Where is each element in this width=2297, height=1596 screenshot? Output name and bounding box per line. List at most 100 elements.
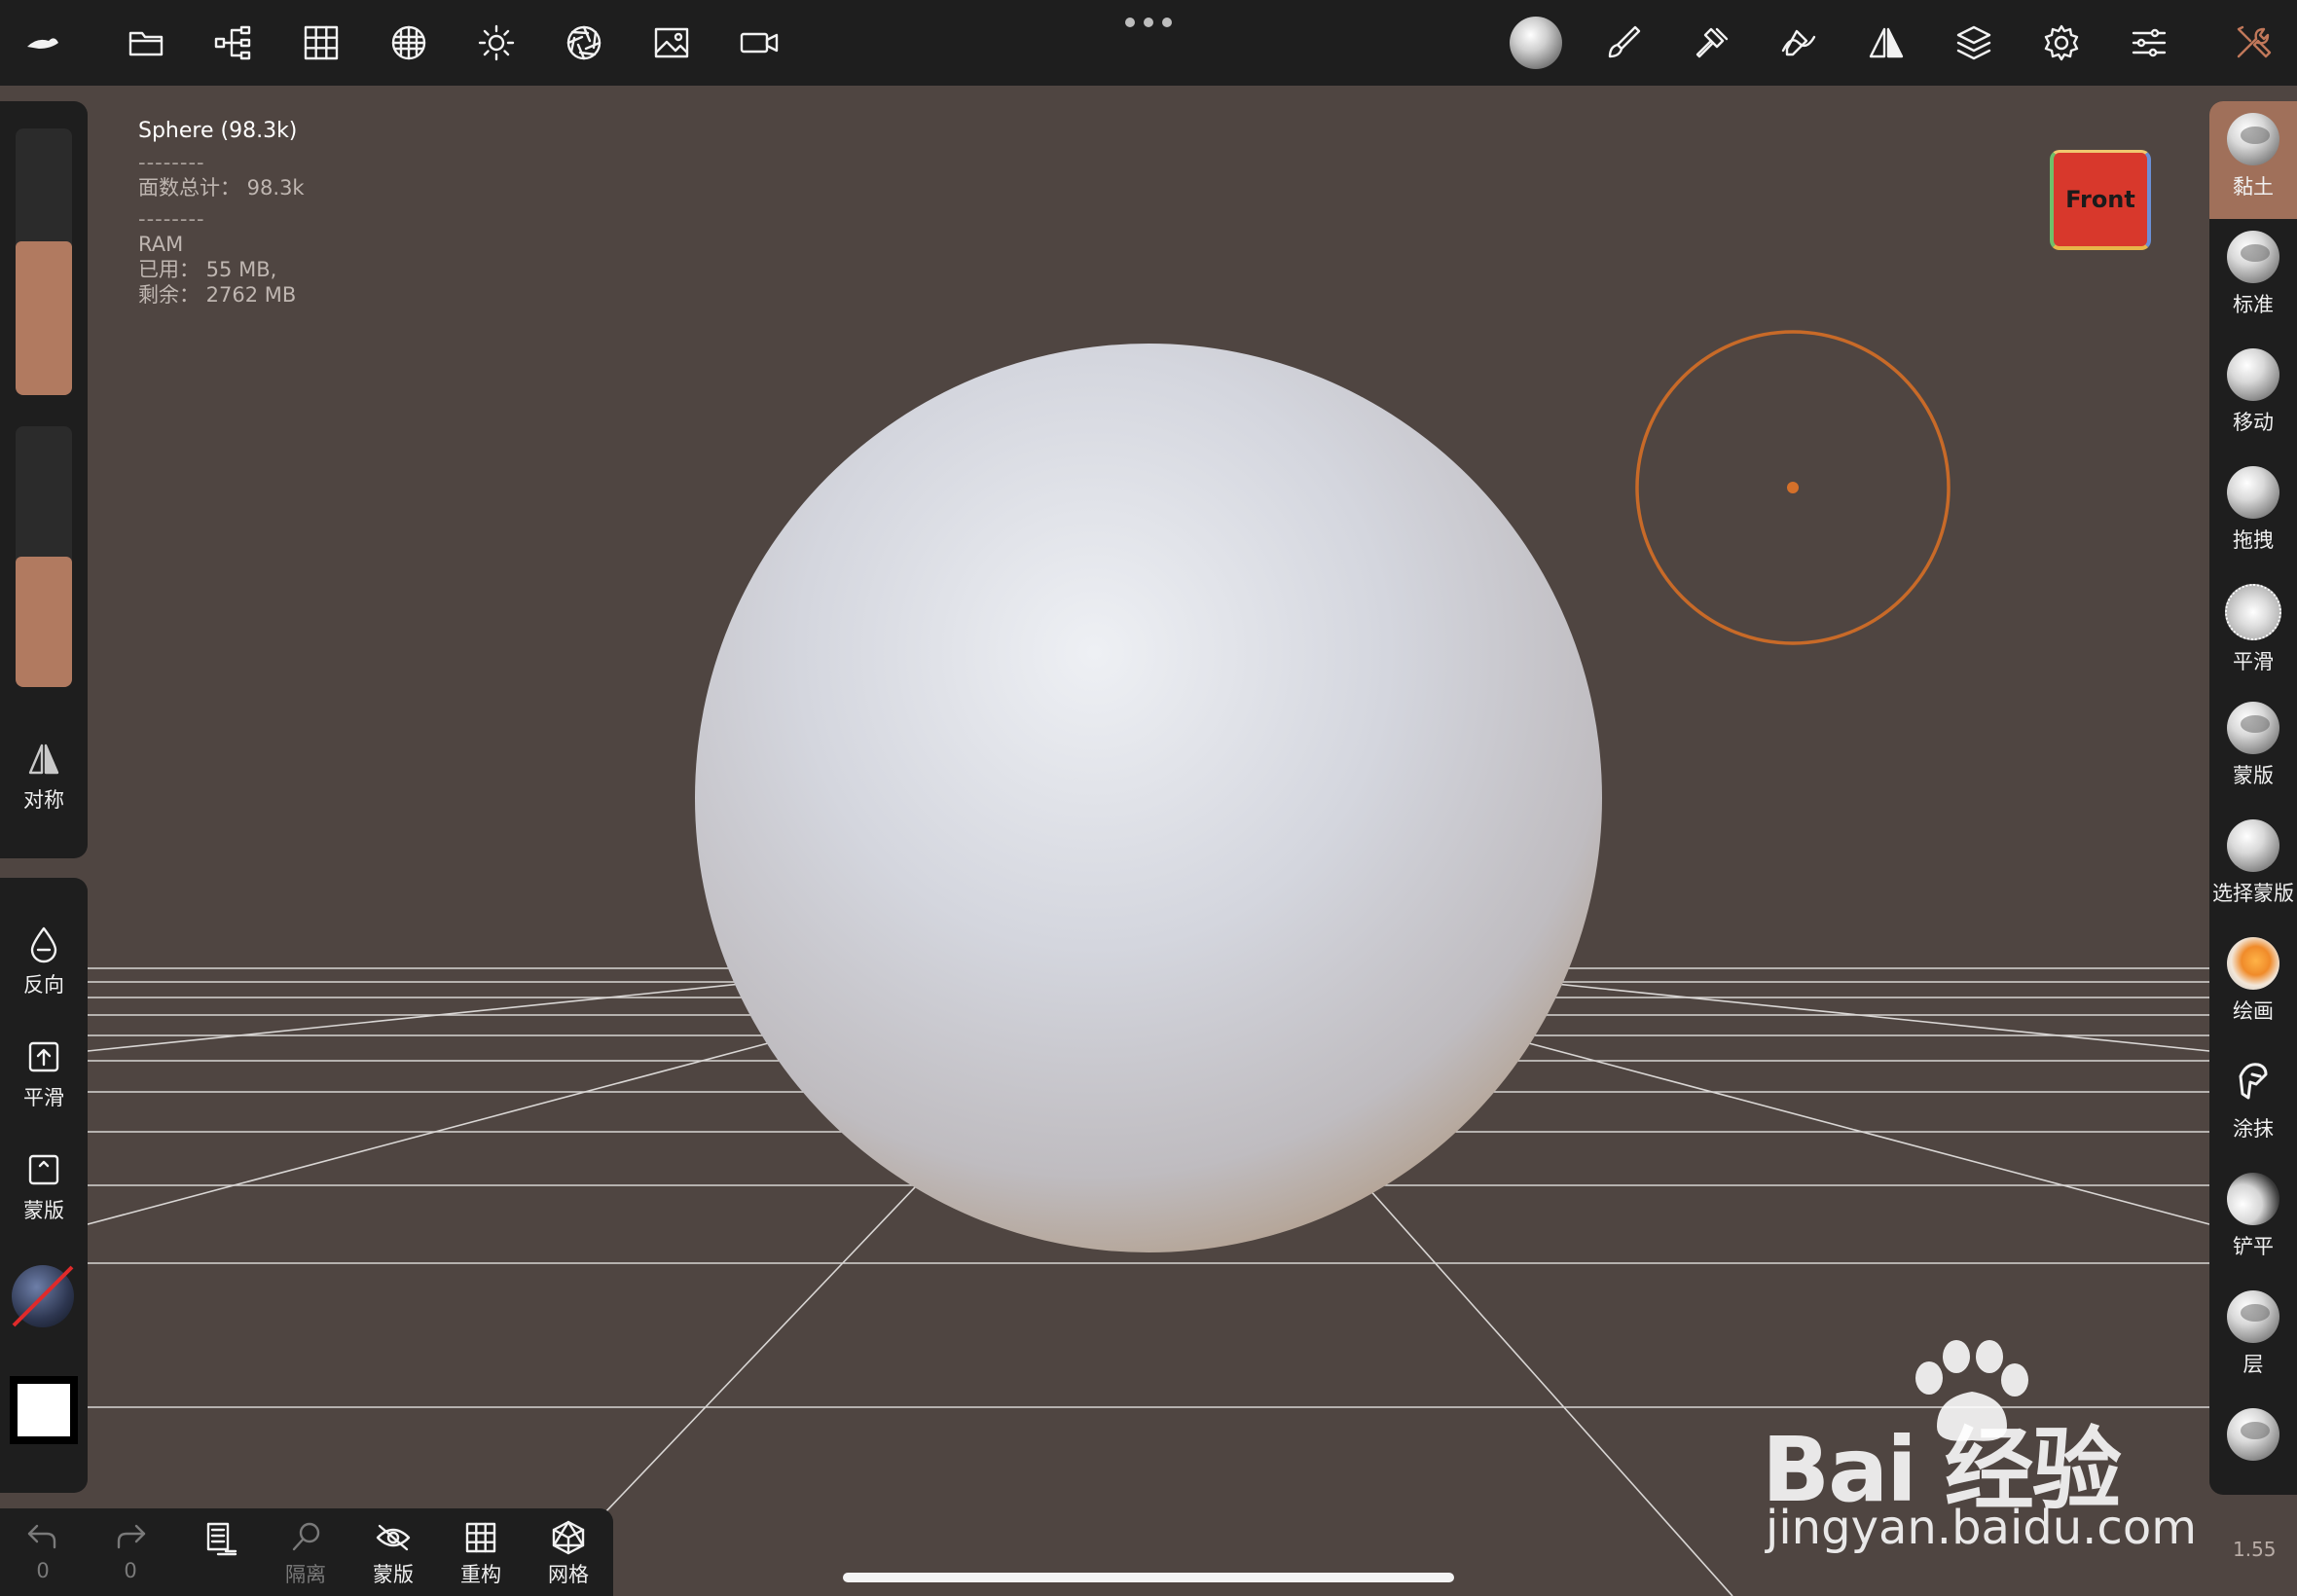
top-toolbar <box>0 0 2297 86</box>
ram-label: RAM <box>138 233 184 256</box>
folder-icon[interactable] <box>117 14 175 72</box>
history-icon <box>206 1522 237 1556</box>
tool-smooth[interactable]: 平滑 <box>2209 572 2297 690</box>
ram-used: 已用： 55 MB, <box>138 258 277 281</box>
smooth-button[interactable]: 平滑 <box>0 1037 88 1111</box>
redo-button[interactable]: 0 <box>91 1514 169 1582</box>
view-cube[interactable]: Front <box>2050 150 2151 250</box>
tool-label: 铲平 <box>2233 1235 2274 1258</box>
brush-radius-slider[interactable] <box>16 128 72 395</box>
tool-label: 拖拽 <box>2233 528 2274 552</box>
invert-label: 反向 <box>23 973 64 997</box>
intensity-slider-fill <box>16 557 72 687</box>
remesh-label: 重构 <box>460 1563 501 1586</box>
tool-label: 绘画 <box>2233 999 2274 1023</box>
tool-drag[interactable]: 拖拽 <box>2209 454 2297 572</box>
undo-button[interactable]: 0 <box>4 1514 82 1582</box>
isolate-label: 隔离 <box>285 1563 326 1586</box>
paint-brush-icon[interactable] <box>1594 14 1653 72</box>
tool-more[interactable] <box>2209 1396 2297 1495</box>
home-indicator[interactable] <box>843 1573 1454 1582</box>
remesh-grid-icon <box>465 1522 496 1553</box>
clay-tool-icon <box>2227 113 2279 165</box>
background-image-icon[interactable] <box>642 14 701 72</box>
mask-tool-icon <box>2227 702 2279 754</box>
video-record-icon[interactable] <box>730 14 788 72</box>
move-tool-icon <box>2227 348 2279 401</box>
mesh-info-overlay: Sphere (98.3k) -------- 面数总计： 98.3k ----… <box>138 119 305 308</box>
smudge-tool-icon <box>2227 1055 2279 1107</box>
tool-move[interactable]: 移动 <box>2209 337 2297 454</box>
tool-label: 移动 <box>2233 411 2274 434</box>
tool-standard[interactable]: 标准 <box>2209 219 2297 337</box>
baidu-watermark: Bai 经验 jingyan.baidu.com <box>1762 1339 2197 1555</box>
tool-paint[interactable]: 绘画 <box>2209 925 2297 1043</box>
brush-intensity-slider[interactable] <box>16 426 72 687</box>
face-count: 面数总计： 98.3k <box>138 176 305 200</box>
layer-tool-icon <box>2227 1290 2279 1343</box>
symmetry-button[interactable]: 对称 <box>0 740 88 814</box>
invert-button[interactable]: 反向 <box>0 925 88 998</box>
tool-label: 蒙版 <box>2233 764 2274 787</box>
watermark-url: jingyan.baidu.com <box>1766 1501 2197 1555</box>
separator: -------- <box>138 151 205 174</box>
layers-icon[interactable] <box>1945 14 2003 72</box>
tool-label: 黏土 <box>2233 175 2274 199</box>
mesh-polyhedron-icon <box>552 1520 585 1555</box>
redo-count: 0 <box>124 1559 137 1582</box>
camera-shutter-icon[interactable] <box>555 14 613 72</box>
grid-icon[interactable] <box>292 14 350 72</box>
smooth-tool-icon <box>2225 584 2281 640</box>
search-icon <box>292 1522 320 1551</box>
ram-free: 剩余： 2762 MB <box>138 283 297 307</box>
sliders-icon[interactable] <box>2120 14 2178 72</box>
bottom-toolbar: 0 0 隔离 蒙版 重构 网格 <box>0 1508 613 1596</box>
settings-gear-icon[interactable] <box>2032 14 2091 72</box>
standard-tool-icon <box>2227 231 2279 283</box>
app-logo-icon[interactable] <box>14 14 72 72</box>
left-brush-panel: 对称 <box>0 101 88 858</box>
remesh-button[interactable]: 重构 <box>442 1514 520 1588</box>
tools-wrench-icon[interactable] <box>2223 14 2281 72</box>
lighting-icon[interactable] <box>467 14 526 72</box>
stroke-icon[interactable] <box>1769 14 1828 72</box>
tool-label: 涂抹 <box>2233 1117 2274 1141</box>
mesh-button[interactable]: 网格 <box>529 1514 607 1588</box>
hide-mask-label: 蒙版 <box>373 1563 414 1586</box>
more-options-icon[interactable] <box>1125 18 1172 31</box>
tool-flatten[interactable]: 铲平 <box>2209 1161 2297 1279</box>
hide-mask-button[interactable]: 蒙版 <box>354 1514 432 1588</box>
tool-clay[interactable]: 黏土 <box>2209 101 2297 219</box>
matcap-material-icon[interactable] <box>12 1265 74 1327</box>
undo-count: 0 <box>36 1559 50 1582</box>
view-cube-label: Front <box>2065 186 2135 213</box>
redo-icon <box>117 1524 146 1549</box>
undo-icon <box>27 1524 56 1549</box>
tool-label: 层 <box>2242 1353 2264 1376</box>
right-tool-panel: 黏土 标准 移动 拖拽 平滑 蒙版 选择蒙版 绘画 涂抹 铲平 层 <box>2209 101 2297 1495</box>
mask-button[interactable]: 蒙版 <box>0 1150 88 1224</box>
history-button[interactable] <box>179 1514 257 1559</box>
material-sphere-icon[interactable] <box>1507 14 1565 72</box>
scene-tree-icon[interactable] <box>204 14 263 72</box>
symmetry-icon[interactable] <box>1857 14 1915 72</box>
smooth-label: 平滑 <box>23 1086 64 1109</box>
mesh-label: 网格 <box>548 1563 589 1586</box>
topology-icon[interactable] <box>380 14 438 72</box>
flatten-tool-icon <box>2227 1173 2279 1225</box>
left-action-panel: 反向 平滑 蒙版 <box>0 878 88 1493</box>
tool-select-mask[interactable]: 选择蒙版 <box>2209 808 2297 925</box>
more-tool-icon <box>2227 1408 2279 1461</box>
tool-smudge[interactable]: 涂抹 <box>2209 1043 2297 1161</box>
drag-tool-icon <box>2227 466 2279 519</box>
separator: -------- <box>138 207 205 231</box>
sphere-mesh[interactable] <box>695 344 1602 1252</box>
tool-label: 平滑 <box>2233 650 2274 673</box>
hammer-icon[interactable] <box>1682 14 1740 72</box>
tool-label: 标准 <box>2233 293 2274 316</box>
tool-mask[interactable]: 蒙版 <box>2209 690 2297 808</box>
tool-layer[interactable]: 层 <box>2209 1279 2297 1396</box>
isolate-button[interactable]: 隔离 <box>267 1514 345 1588</box>
color-swatch[interactable] <box>10 1376 78 1444</box>
radius-slider-fill <box>16 241 72 395</box>
